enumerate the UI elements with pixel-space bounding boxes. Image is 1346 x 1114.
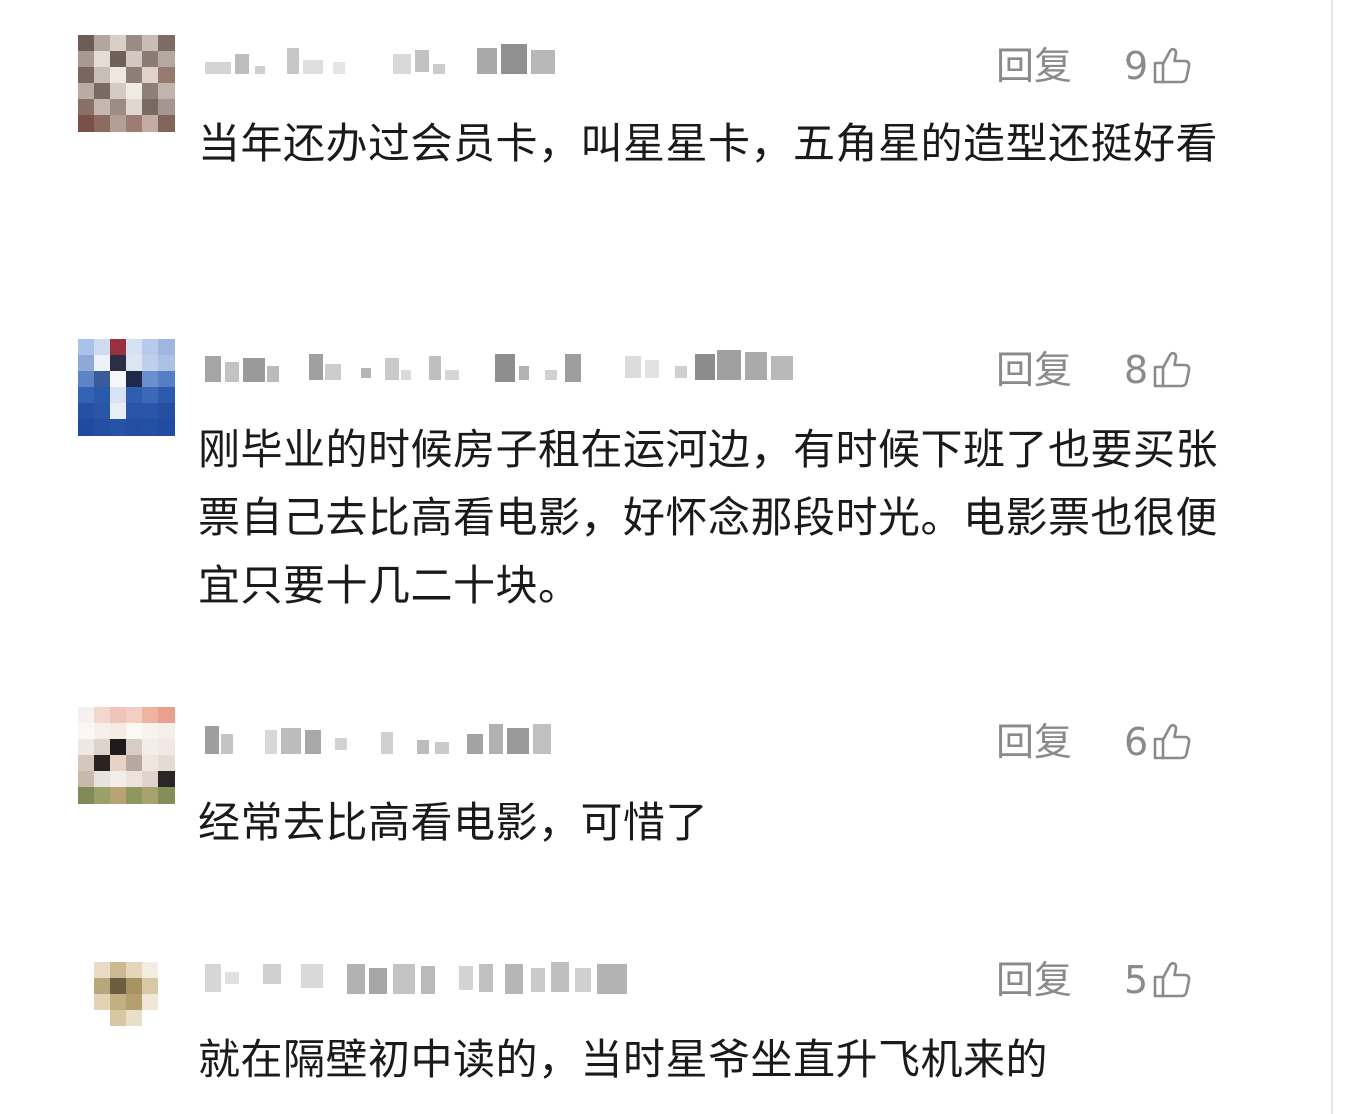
- like-button[interactable]: 5: [1124, 956, 1192, 1004]
- reply-button[interactable]: 回复: [996, 718, 1072, 766]
- reply-button[interactable]: 回复: [996, 42, 1072, 90]
- thumbs-up-icon: [1152, 960, 1192, 1000]
- like-button[interactable]: 6: [1124, 718, 1192, 766]
- scroll-edge-divider: [1331, 0, 1333, 1114]
- comment-text: 经常去比高看电影，可惜了: [198, 798, 709, 847]
- username-blurred[interactable]: [205, 720, 565, 760]
- username-blurred[interactable]: [205, 40, 565, 80]
- thumbs-up-icon: [1152, 350, 1192, 390]
- username-blurred[interactable]: [205, 346, 805, 386]
- avatar[interactable]: [78, 707, 175, 804]
- comment-text: 刚毕业的时候房子租在运河边，有时候下班了也要买张票自己去比高看电影，好怀念那段时…: [198, 425, 1219, 610]
- like-button[interactable]: 8: [1124, 346, 1192, 394]
- username-blurred[interactable]: [205, 958, 645, 998]
- like-count: 9: [1124, 44, 1149, 88]
- avatar[interactable]: [78, 339, 175, 436]
- like-count: 5: [1124, 958, 1149, 1002]
- thumbs-up-icon: [1152, 46, 1192, 86]
- avatar[interactable]: [78, 946, 175, 1043]
- thumbs-up-icon: [1152, 722, 1192, 762]
- like-button[interactable]: 9: [1124, 42, 1192, 90]
- comment-list-page: 回复 9 当年还办过会员卡，叫星星卡，五角星的造型还挺好看 回复 8 刚毕业的时…: [0, 0, 1346, 1114]
- reply-button[interactable]: 回复: [996, 956, 1072, 1004]
- comment-text: 当年还办过会员卡，叫星星卡，五角星的造型还挺好看: [198, 119, 1219, 168]
- like-count: 8: [1124, 348, 1149, 392]
- comment-text: 就在隔壁初中读的，当时星爷坐直升飞机来的: [198, 1035, 1049, 1084]
- avatar[interactable]: [78, 35, 175, 132]
- reply-button[interactable]: 回复: [996, 346, 1072, 394]
- like-count: 6: [1124, 720, 1149, 764]
